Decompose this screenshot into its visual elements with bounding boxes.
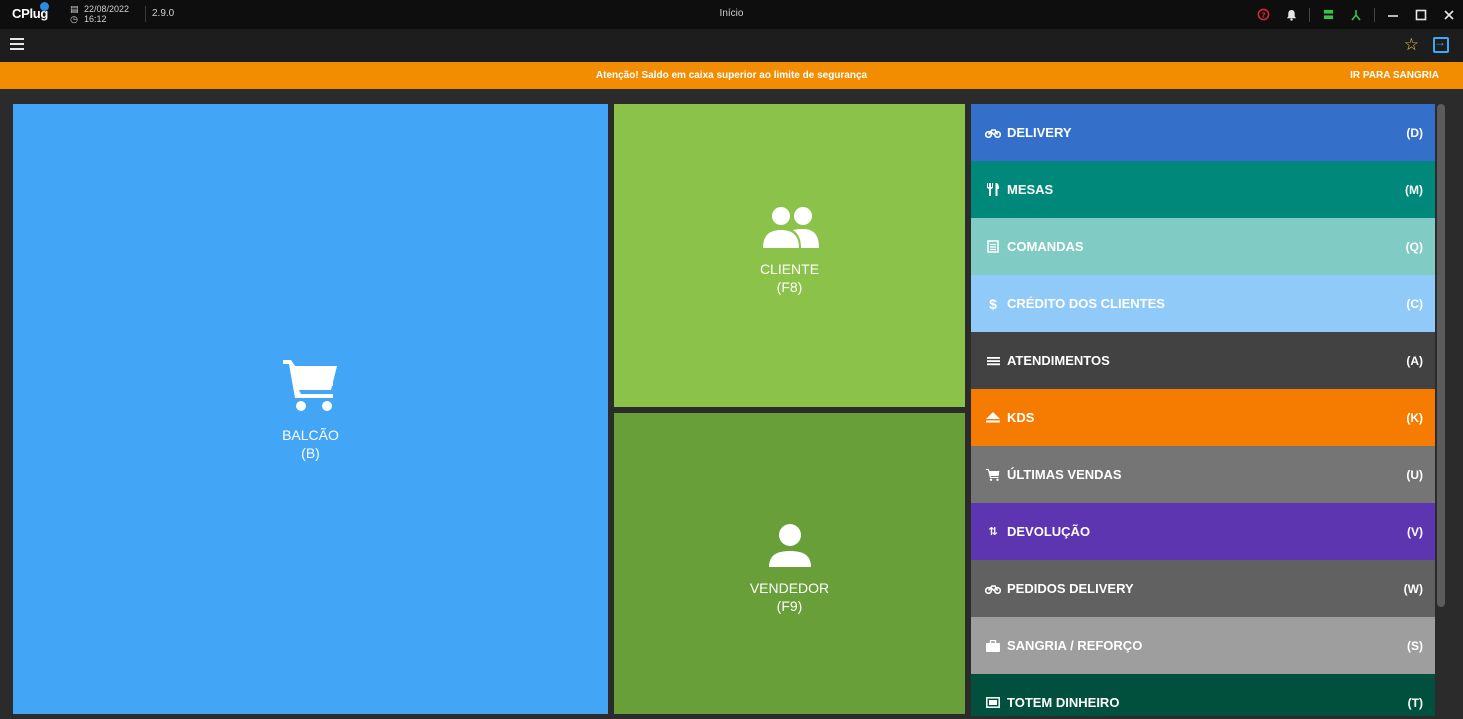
- menu-item-shortcut: (C): [1406, 296, 1423, 311]
- menu-item-mesas[interactable]: MESAS (M): [971, 161, 1435, 218]
- menu-item-shortcut: (V): [1407, 524, 1423, 539]
- cash-icon: [985, 697, 1001, 708]
- menu-item-shortcut: (U): [1406, 467, 1423, 482]
- menu-item-label: KDS: [1007, 410, 1035, 425]
- menu-item-shortcut: (D): [1406, 125, 1423, 140]
- menu-item-label: DELIVERY: [1007, 125, 1072, 140]
- shortcut-menu-list: DELIVERY (D) MESAS (M) COMANDAS (Q) $ CR…: [971, 104, 1435, 716]
- menu-item-credito-clientes[interactable]: $ CRÉDITO DOS CLIENTES (C): [971, 275, 1435, 332]
- go-to-sangria-link[interactable]: IR PARA SANGRIA: [1350, 70, 1439, 81]
- menu-item-shortcut: (W): [1403, 581, 1423, 596]
- hamburger-menu-icon[interactable]: [10, 38, 26, 52]
- help-icon[interactable]: ?: [1249, 0, 1277, 29]
- cliente-tile[interactable]: CLIENTE (F8): [614, 104, 965, 407]
- person-icon: [768, 523, 811, 567]
- swap-icon: ⇅: [988, 526, 998, 538]
- menu-item-comandas[interactable]: COMANDAS (Q): [971, 218, 1435, 275]
- menu-item-delivery[interactable]: DELIVERY (D): [971, 104, 1435, 161]
- menu-item-kds[interactable]: KDS (K): [971, 389, 1435, 446]
- menu-item-label: ATENDIMENTOS: [1007, 353, 1110, 368]
- top-toolbar: ☆: [0, 29, 1463, 62]
- maximize-icon[interactable]: [1407, 0, 1435, 29]
- menu-item-shortcut: (A): [1406, 353, 1423, 368]
- vendedor-shortcut: (F9): [776, 597, 803, 614]
- window-title: Início: [719, 8, 744, 19]
- eject-icon: [985, 412, 1001, 423]
- menu-item-shortcut: (T): [1407, 695, 1423, 710]
- bell-icon[interactable]: [1277, 0, 1305, 29]
- menu-scrollbar-thumb[interactable]: [1437, 104, 1445, 607]
- menu-item-shortcut: (Q): [1405, 239, 1423, 254]
- svg-text:?: ?: [1261, 10, 1265, 19]
- menu-item-atendimentos[interactable]: ATENDIMENTOS (A): [971, 332, 1435, 389]
- menu-item-pedidos-delivery[interactable]: PEDIDOS DELIVERY (W): [971, 560, 1435, 617]
- cliente-shortcut: (F8): [776, 278, 803, 295]
- menu-item-label: PEDIDOS DELIVERY: [1007, 581, 1134, 596]
- vendedor-tile[interactable]: VENDEDOR (F9): [614, 413, 965, 714]
- receipt-icon: [985, 240, 1001, 253]
- menu-item-label: ÚLTIMAS VENDAS: [1007, 467, 1122, 482]
- vendedor-label: VENDEDOR: [749, 579, 830, 596]
- logout-icon[interactable]: [1433, 35, 1449, 53]
- menu-item-ultimas-vendas[interactable]: ÚLTIMAS VENDAS (U): [971, 446, 1435, 503]
- titlebar-actions: ?: [1249, 0, 1463, 29]
- menu-item-devolucao[interactable]: ⇅ DEVOLUÇÃO (V): [971, 503, 1435, 560]
- menu-item-sangria-reforco[interactable]: SANGRIA / REFORÇO (S): [971, 617, 1435, 674]
- menu-item-label: CRÉDITO DOS CLIENTES: [1007, 296, 1165, 311]
- alert-message: Atenção! Saldo em caixa superior ao limi…: [595, 70, 868, 81]
- favorites-star-icon[interactable]: ☆: [1404, 35, 1419, 55]
- dollar-icon: $: [989, 295, 997, 312]
- menu-item-label: COMANDAS: [1007, 239, 1084, 254]
- divider: [1374, 7, 1375, 22]
- close-icon[interactable]: [1435, 0, 1463, 29]
- people-icon: [762, 206, 819, 248]
- menu-item-totem-dinheiro[interactable]: TOTEM DINHEIRO (T): [971, 674, 1435, 716]
- utensils-icon: [985, 183, 1001, 196]
- menu-item-label: DEVOLUÇÃO: [1007, 524, 1091, 539]
- menu-item-label: TOTEM DINHEIRO: [1007, 695, 1120, 710]
- balcao-label: BALCÃO: [282, 427, 339, 443]
- shopping-cart-icon: [282, 360, 337, 411]
- list-icon: [985, 356, 1001, 366]
- motorcycle-icon: [985, 584, 1001, 594]
- minimize-icon[interactable]: [1379, 0, 1407, 29]
- menu-item-shortcut: (S): [1407, 638, 1423, 653]
- divider: [1309, 7, 1310, 22]
- server-icon[interactable]: [1314, 0, 1342, 29]
- briefcase-icon: [985, 639, 1001, 652]
- cart-icon: [985, 468, 1001, 481]
- menu-item-shortcut: (K): [1406, 410, 1423, 425]
- motorcycle-icon: [985, 128, 1001, 138]
- menu-item-shortcut: (M): [1405, 182, 1423, 197]
- network-icon[interactable]: [1342, 0, 1370, 29]
- balcao-tile[interactable]: BALCÃO (B): [13, 104, 608, 714]
- title-bar: CPlug ▤ 22/08/2022 ◷ 16:12 2.9.0 Início …: [0, 0, 1463, 29]
- cliente-label: CLIENTE: [759, 260, 820, 277]
- app-window: CPlug ▤ 22/08/2022 ◷ 16:12 2.9.0 Início …: [0, 0, 1463, 719]
- balcao-shortcut: (B): [301, 445, 320, 461]
- menu-item-label: SANGRIA / REFORÇO: [1007, 638, 1143, 653]
- menu-item-label: MESAS: [1007, 182, 1054, 197]
- cash-limit-alert: Atenção! Saldo em caixa superior ao limi…: [0, 62, 1463, 89]
